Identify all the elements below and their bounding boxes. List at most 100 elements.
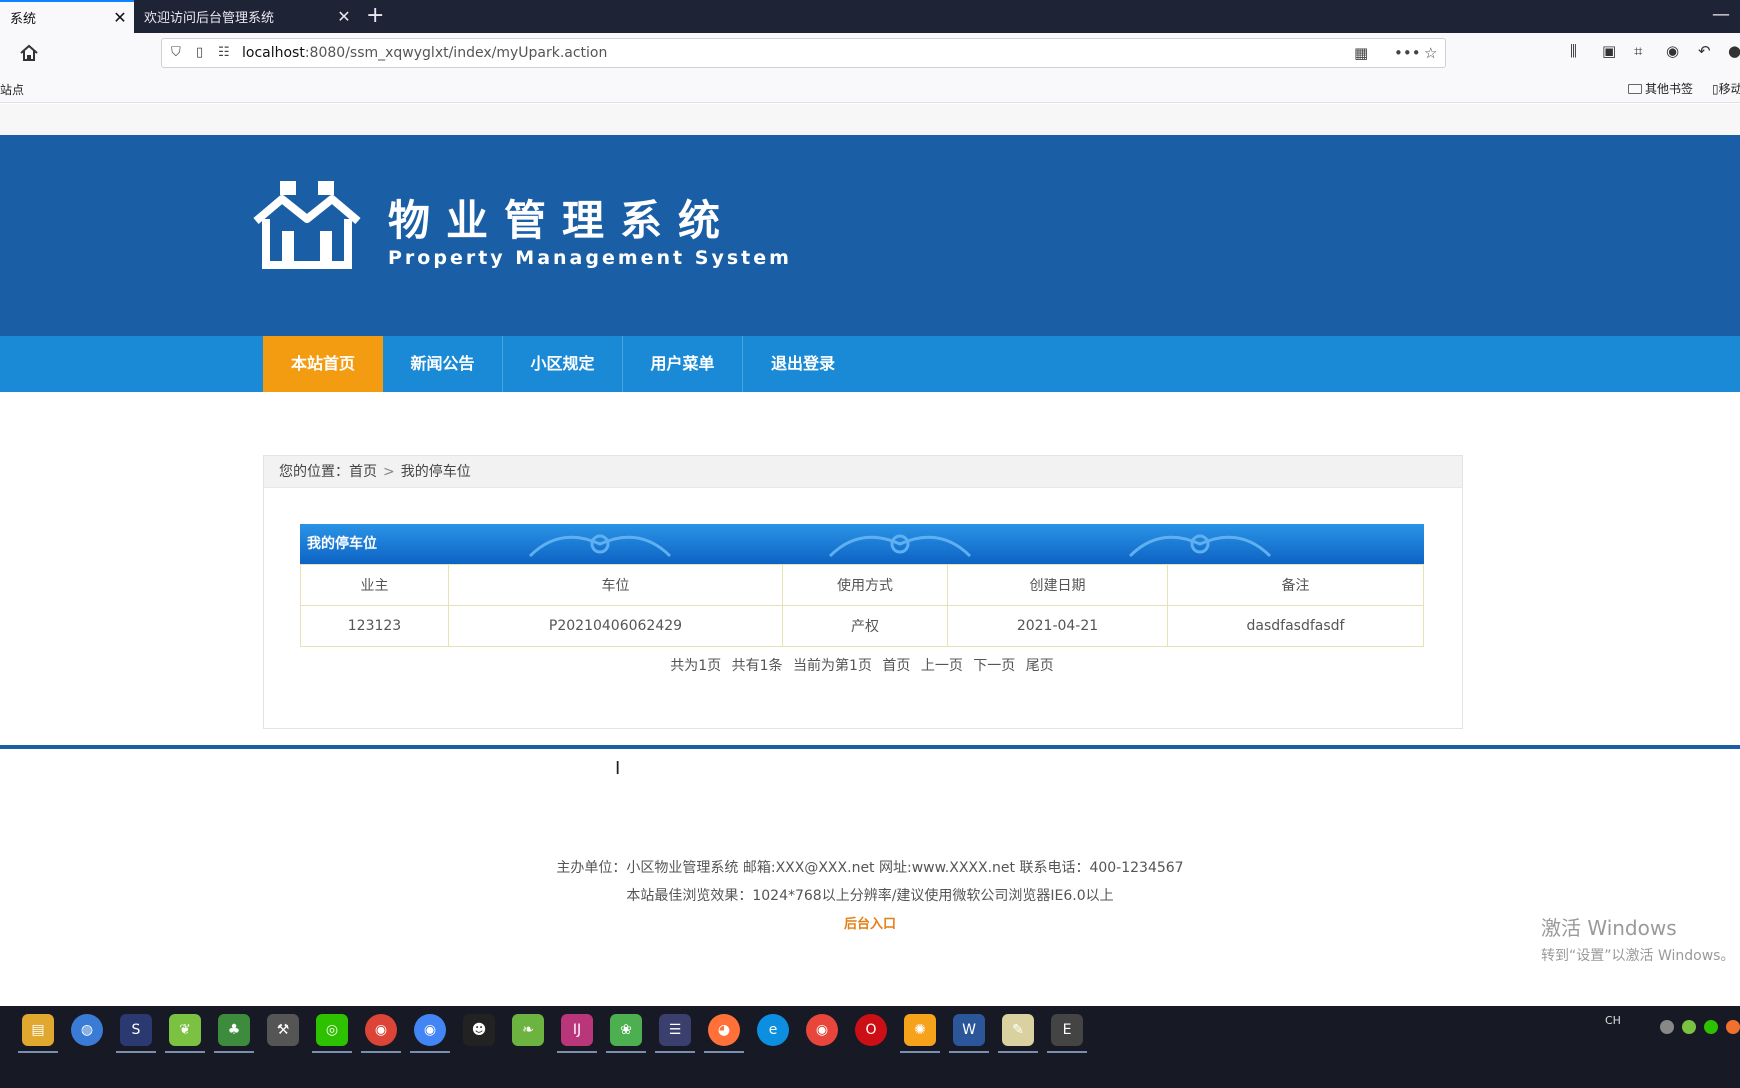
bookmark-mobile[interactable]: ▯移动 <box>1712 80 1740 97</box>
pager-total-items: 共有1条 <box>731 658 783 674</box>
spring-icon[interactable]: ❧ <box>512 1014 544 1046</box>
footer-divider <box>0 745 1740 749</box>
close-icon[interactable]: ✕ <box>330 7 358 26</box>
nav-logout[interactable]: 退出登录 <box>743 336 863 392</box>
bookmarks-bar: 站点 其他书签 ▯移动 <box>0 73 1740 103</box>
parking-panel: 我的停车位 业主 车位 使用方式 创建日期 备注 123123 P2021040… <box>300 524 1424 675</box>
col-created: 创建日期 <box>947 564 1168 606</box>
nav-news[interactable]: 新闻公告 <box>383 336 503 392</box>
address-bar[interactable]: ⛉ ▯ ☷ localhost:8080/ssm_xqwyglxt/index/… <box>161 38 1446 68</box>
breadcrumb-separator: > <box>383 464 395 480</box>
opera-icon[interactable]: O <box>855 1014 887 1046</box>
browser-tabbar: 系统 ✕ 欢迎访问后台管理系统 ✕ + — <box>0 0 1740 33</box>
bookmark-site[interactable]: 站点 <box>0 81 24 98</box>
logo-subtitle: Property Management System <box>388 247 792 269</box>
qq-icon[interactable]: ☻ <box>463 1014 495 1046</box>
page-top-strip <box>0 104 1740 135</box>
web-page: 物业管理系统 Property Management System 本站首页 新… <box>0 104 1740 1006</box>
extension-icon[interactable]: ● <box>1728 42 1740 60</box>
app-tree-icon[interactable]: ♣ <box>214 1014 254 1053</box>
cell-remark: dasdfasdfasdf <box>1167 605 1424 647</box>
panel-title: 我的停车位 <box>307 536 377 552</box>
more-icon[interactable]: ••• <box>1394 44 1421 62</box>
col-remark: 备注 <box>1167 564 1424 606</box>
bookmark-other[interactable]: 其他书签 <box>1628 80 1693 97</box>
breadcrumb: 您的位置：首页 > 我的停车位 <box>264 456 1462 488</box>
home-icon[interactable] <box>18 42 40 64</box>
site-header: 物业管理系统 Property Management System <box>0 135 1740 336</box>
tab-title: 欢迎访问后台管理系统 <box>144 11 275 26</box>
wechat-icon[interactable]: ◎ <box>312 1014 352 1053</box>
ornament-icon <box>528 534 672 558</box>
app-s-icon[interactable]: S <box>116 1014 156 1053</box>
content-box: 您的位置：首页>我的停车位 我的停车位 业主 车位 使用方式 创建日期 备注 <box>263 455 1463 729</box>
permissions-icon[interactable]: ☷ <box>218 45 230 60</box>
pager-last[interactable]: 尾页 <box>1026 658 1054 674</box>
tab-active[interactable]: 系统 ✕ <box>0 0 134 33</box>
breadcrumb-prefix: 您的位置： <box>279 464 349 480</box>
pager-first[interactable]: 首页 <box>882 658 910 674</box>
bookmark-mobile-label: 移动 <box>1718 82 1740 96</box>
nav-home[interactable]: 本站首页 <box>263 336 383 392</box>
pagination: 共为1页 共有1条 当前为第1页 首页 上一页 下一页 尾页 <box>300 655 1424 675</box>
new-tab-button[interactable]: + <box>366 4 384 28</box>
tray-green-icon[interactable] <box>1682 1020 1696 1034</box>
folder-icon <box>1628 83 1642 94</box>
tray-language[interactable]: CH <box>1605 1014 1621 1027</box>
eclipse-icon[interactable]: ☰ <box>655 1014 695 1053</box>
word-icon[interactable]: W <box>949 1014 989 1053</box>
taskbar: ▤ ◍ S ❦ ♣ ⚒ ◎ ◉ ◉ ☻ ❧ IJ ❀ ☰ ◕ e ◉ O ✺ W… <box>0 1006 1740 1088</box>
bookmark-star-icon[interactable]: ☆ <box>1424 44 1437 62</box>
table-row: 123123 P20210406062429 产权 2021-04-21 das… <box>300 605 1424 647</box>
chrome-alt-icon[interactable]: ◉ <box>806 1014 838 1046</box>
chrome-icon[interactable]: ◉ <box>361 1014 401 1053</box>
chat-icon[interactable]: ◉ <box>1666 42 1679 60</box>
pager-prev[interactable]: 上一页 <box>921 658 963 674</box>
breadcrumb-current: 我的停车位 <box>400 464 471 480</box>
breadcrumb-home[interactable]: 首页 <box>349 464 377 480</box>
browser-globe-icon[interactable]: ◍ <box>71 1014 103 1046</box>
url-text[interactable]: localhost:8080/ssm_xqwyglxt/index/myUpar… <box>242 45 607 61</box>
cell-space: P20210406062429 <box>448 605 783 647</box>
shield-icon[interactable]: ⛉ <box>171 45 181 60</box>
browser-navbar: ⛉ ▯ ☷ localhost:8080/ssm_xqwyglxt/index/… <box>0 33 1740 73</box>
firefox-icon[interactable]: ◕ <box>704 1014 744 1053</box>
app-leaf-icon[interactable]: ❦ <box>165 1014 205 1053</box>
nav-user-menu[interactable]: 用户菜单 <box>623 336 743 392</box>
activation-watermark: 激活 Windows 转到“设置”以激活 Windows。 <box>1541 912 1734 965</box>
tab-title: 系统 <box>10 12 37 27</box>
tray-orange-icon[interactable] <box>1726 1020 1740 1034</box>
editor-icon[interactable]: E <box>1047 1014 1087 1053</box>
site-footer: 主办单位：小区物业管理系统 邮箱:XXX@XXX.net 网址:www.XXXX… <box>0 854 1740 938</box>
screenshot-icon[interactable]: ⌗ <box>1634 42 1642 60</box>
panel-header: 我的停车位 <box>300 524 1424 564</box>
qr-code-icon[interactable]: ▦ <box>1354 44 1368 62</box>
admin-entry-link[interactable]: 后台入口 <box>844 917 896 932</box>
chromium-icon[interactable]: ◉ <box>410 1014 450 1053</box>
close-icon[interactable]: ✕ <box>106 8 134 27</box>
tray-e-icon[interactable] <box>1660 1020 1674 1034</box>
pager-next[interactable]: 下一页 <box>973 658 1015 674</box>
file-explorer-icon[interactable]: ▤ <box>18 1014 58 1053</box>
tab-admin[interactable]: 欢迎访问后台管理系统 ✕ <box>134 0 358 33</box>
minimize-icon[interactable]: — <box>1712 4 1730 25</box>
undo-icon[interactable]: ↶ <box>1698 42 1711 60</box>
url-path: :8080/ssm_xqwyglxt/index/myUpark.action <box>304 45 608 61</box>
library-icon[interactable]: ⫼ <box>1570 42 1577 60</box>
system-tray <box>1660 1020 1740 1034</box>
nav-rules[interactable]: 小区规定 <box>503 336 623 392</box>
notepad-icon[interactable]: ✎ <box>998 1014 1038 1053</box>
idea-icon[interactable]: IJ <box>557 1014 597 1053</box>
tray-wechat-icon[interactable] <box>1704 1020 1718 1034</box>
edge-icon[interactable]: e <box>757 1014 789 1046</box>
parking-table: 业主 车位 使用方式 创建日期 备注 123123 P2021040606242… <box>300 564 1424 647</box>
houses-logo-icon <box>253 181 361 269</box>
watermark-title: 激活 Windows <box>1541 916 1677 940</box>
app-orange-icon[interactable]: ✺ <box>900 1014 940 1053</box>
tools-icon[interactable]: ⚒ <box>267 1014 299 1046</box>
app-green-icon[interactable]: ❀ <box>606 1014 646 1053</box>
table-header-row: 业主 车位 使用方式 创建日期 备注 <box>300 564 1424 606</box>
col-space: 车位 <box>448 564 783 606</box>
sidebar-icon[interactable]: ▣ <box>1602 42 1616 60</box>
footer-info: 主办单位：小区物业管理系统 邮箱:XXX@XXX.net 网址:www.XXXX… <box>556 860 1184 876</box>
